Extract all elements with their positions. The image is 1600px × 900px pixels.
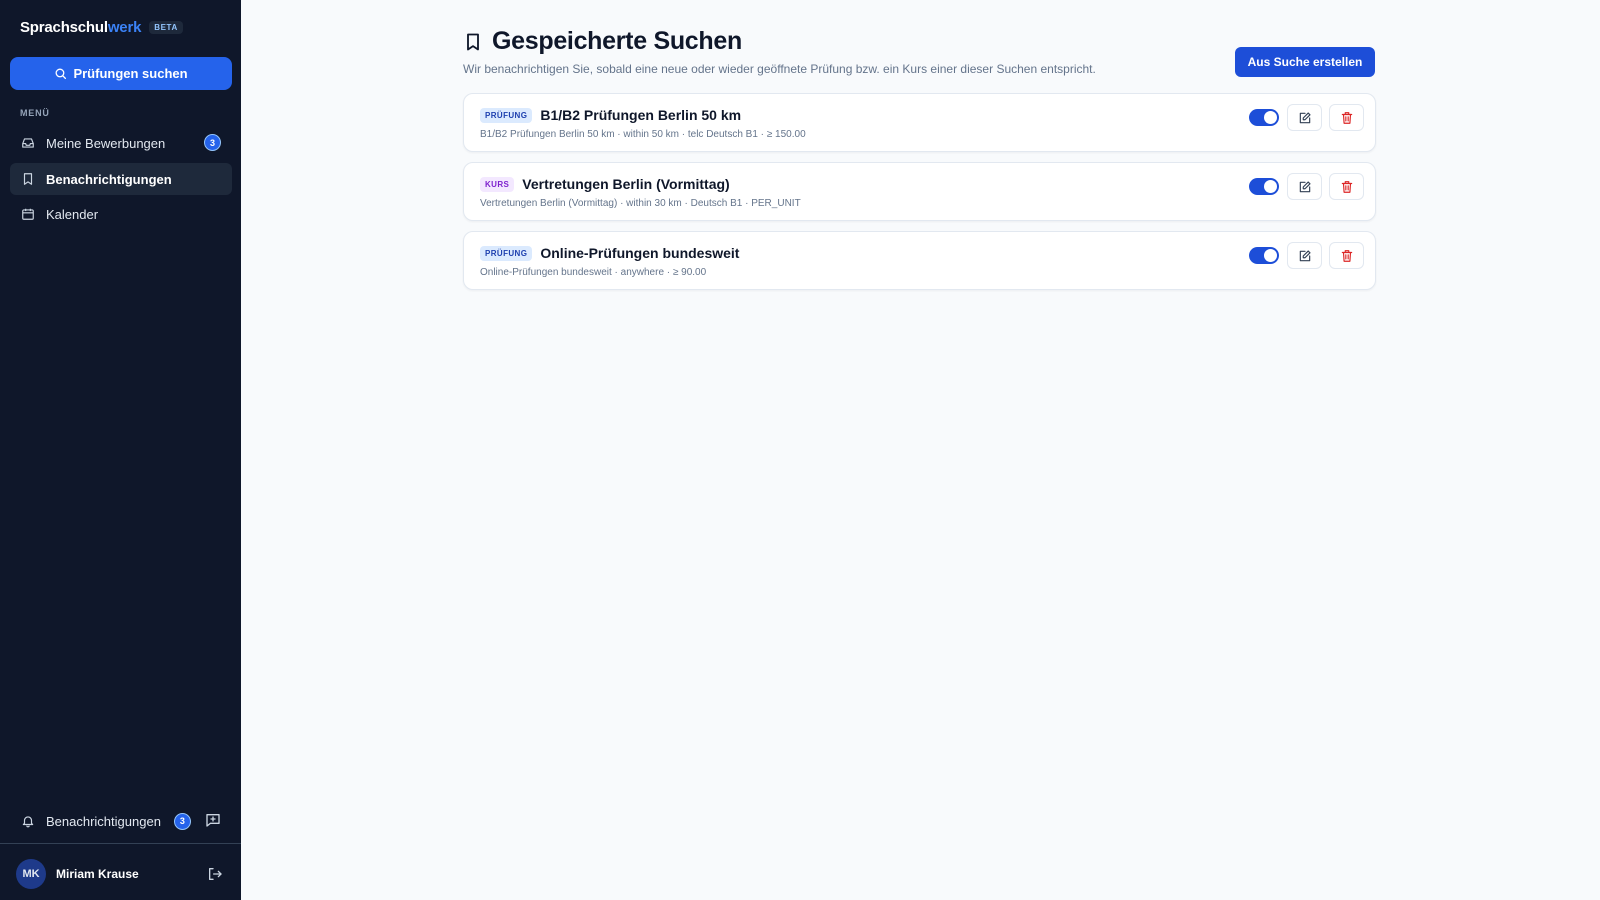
feedback-button[interactable] bbox=[205, 812, 223, 830]
saved-search-meta: Vertretungen Berlin (Vormittag) · within… bbox=[480, 198, 801, 209]
create-from-search-button[interactable]: Aus Suche erstellen bbox=[1235, 47, 1375, 77]
trash-icon bbox=[1340, 180, 1354, 194]
edit-icon bbox=[1298, 249, 1312, 263]
logout-icon bbox=[207, 866, 223, 882]
applications-count-badge: 3 bbox=[204, 134, 221, 151]
sidebar: Sprachschulwerk BETA Prüfungen suchen ME… bbox=[0, 0, 241, 900]
edit-button[interactable] bbox=[1287, 104, 1322, 131]
edit-button[interactable] bbox=[1287, 242, 1322, 269]
message-plus-icon bbox=[205, 812, 221, 830]
notifications-label: Benachrichtigungen bbox=[46, 813, 161, 829]
enabled-toggle[interactable] bbox=[1249, 109, 1279, 126]
trash-icon bbox=[1340, 111, 1354, 125]
saved-search-title: Vertretungen Berlin (Vormittag) bbox=[522, 176, 730, 192]
page-header: Gespeicherte Suchen bbox=[463, 27, 742, 56]
sidebar-item-notifications[interactable]: Benachrichtigungen bbox=[10, 163, 232, 195]
search-exams-button[interactable]: Prüfungen suchen bbox=[10, 57, 232, 90]
bookmark-icon bbox=[21, 172, 35, 186]
card-title-row: PRÜFUNG Online-Prüfungen bundesweit bbox=[480, 245, 739, 261]
sidebar-item-label: Benachrichtigungen bbox=[46, 171, 172, 187]
type-tag: PRÜFUNG bbox=[480, 107, 533, 123]
notifications-count-badge: 3 bbox=[173, 812, 191, 830]
sidebar-item-applications[interactable]: Meine Bewerbungen 3 bbox=[10, 127, 232, 159]
page-title: Gespeicherte Suchen bbox=[492, 27, 742, 55]
calendar-icon bbox=[21, 207, 35, 221]
sidebar-item-label: Kalender bbox=[46, 206, 99, 222]
trash-icon bbox=[1340, 249, 1354, 263]
page-subtitle: Wir benachrichtigen Sie, sobald eine neu… bbox=[463, 62, 1096, 76]
edit-icon bbox=[1298, 111, 1312, 125]
toggle-knob bbox=[1264, 180, 1277, 193]
saved-search-card: PRÜFUNG B1/B2 Prüfungen Berlin 50 km B1/… bbox=[463, 93, 1376, 152]
toggle-knob bbox=[1264, 111, 1277, 124]
card-title-row: KURS Vertretungen Berlin (Vormittag) bbox=[480, 176, 730, 192]
edit-icon bbox=[1298, 180, 1312, 194]
search-exams-label: Prüfungen suchen bbox=[73, 66, 188, 81]
sidebar-item-label: Meine Bewerbungen bbox=[46, 135, 166, 151]
toggle-knob bbox=[1264, 249, 1277, 262]
saved-search-title: Online-Prüfungen bundesweit bbox=[540, 245, 740, 261]
enabled-toggle[interactable] bbox=[1249, 178, 1279, 195]
saved-search-meta: B1/B2 Prüfungen Berlin 50 km · within 50… bbox=[480, 129, 806, 140]
menu-section-label: MENÜ bbox=[20, 108, 50, 118]
card-title-row: PRÜFUNG B1/B2 Prüfungen Berlin 50 km bbox=[480, 107, 741, 123]
edit-button[interactable] bbox=[1287, 173, 1322, 200]
logout-button[interactable] bbox=[207, 866, 223, 882]
enabled-toggle[interactable] bbox=[1249, 247, 1279, 264]
saved-search-card: PRÜFUNG Online-Prüfungen bundesweit Onli… bbox=[463, 231, 1376, 290]
type-tag: PRÜFUNG bbox=[480, 245, 533, 261]
delete-button[interactable] bbox=[1329, 173, 1364, 200]
brand-name-part1: Sprachschul bbox=[20, 19, 108, 36]
user-name: Miriam Krause bbox=[56, 867, 139, 881]
sidebar-divider bbox=[0, 843, 241, 844]
type-tag: KURS bbox=[480, 176, 515, 192]
bell-icon bbox=[21, 814, 35, 828]
beta-badge: BETA bbox=[149, 21, 183, 34]
user-profile[interactable]: MK Miriam Krause bbox=[16, 859, 139, 889]
saved-search-meta: Online-Prüfungen bundesweit · anywhere ·… bbox=[480, 267, 707, 278]
brand-logo[interactable]: Sprachschulwerk bbox=[20, 19, 141, 36]
brand: Sprachschulwerk BETA bbox=[20, 19, 183, 36]
saved-search-title: B1/B2 Prüfungen Berlin 50 km bbox=[540, 107, 742, 123]
delete-button[interactable] bbox=[1329, 242, 1364, 269]
brand-name-part2: werk bbox=[107, 19, 142, 36]
avatar: MK bbox=[16, 859, 46, 889]
saved-search-card: KURS Vertretungen Berlin (Vormittag) Ver… bbox=[463, 162, 1376, 221]
notifications-link[interactable]: Benachrichtigungen 3 bbox=[10, 805, 232, 837]
sidebar-item-calendar[interactable]: Kalender bbox=[10, 198, 232, 230]
bookmark-icon bbox=[463, 31, 483, 53]
search-icon bbox=[54, 67, 67, 80]
delete-button[interactable] bbox=[1329, 104, 1364, 131]
inbox-icon bbox=[21, 136, 35, 150]
